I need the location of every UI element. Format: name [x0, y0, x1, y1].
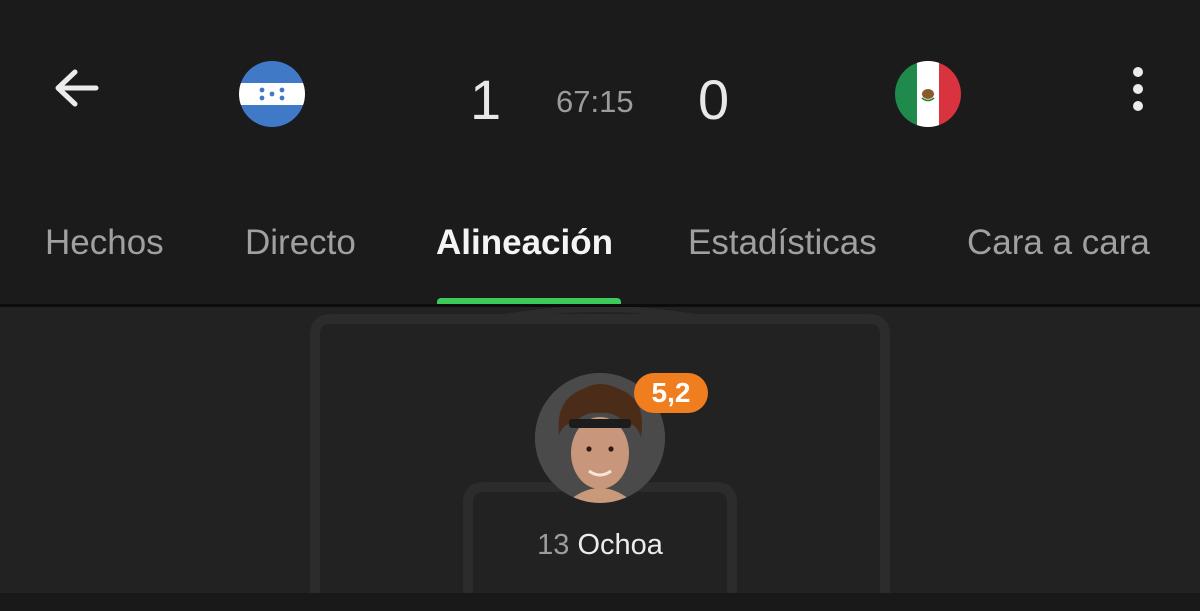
player-label[interactable]: 13 Ochoa	[500, 527, 700, 563]
mexico-flag-icon[interactable]	[895, 61, 961, 127]
more-vertical-icon	[1133, 67, 1143, 111]
more-options-button[interactable]	[1122, 64, 1154, 114]
match-clock: 67:15	[556, 84, 634, 119]
home-score: 1	[470, 68, 502, 131]
arrow-left-icon	[55, 69, 99, 107]
back-button[interactable]	[48, 60, 108, 120]
match-header: 1 67:15 0 Hechos Directo Alineación Esta…	[0, 0, 1200, 305]
tab-cara-a-cara[interactable]: Cara a cara	[967, 215, 1150, 271]
bottom-band	[0, 593, 1200, 611]
away-score: 0	[698, 68, 730, 131]
match-tabs: Hechos Directo Alineación Estadísticas C…	[0, 215, 1200, 275]
tab-directo[interactable]: Directo	[245, 215, 356, 271]
player-rating-badge: 5,2	[634, 373, 708, 413]
tab-hechos[interactable]: Hechos	[45, 215, 164, 271]
player-shirt-number: 13	[537, 529, 570, 561]
tab-estadisticas[interactable]: Estadísticas	[688, 215, 877, 271]
honduras-flag-icon[interactable]	[239, 61, 305, 127]
player-name: Ochoa	[577, 529, 663, 561]
tab-alineacion[interactable]: Alineación	[436, 215, 613, 271]
